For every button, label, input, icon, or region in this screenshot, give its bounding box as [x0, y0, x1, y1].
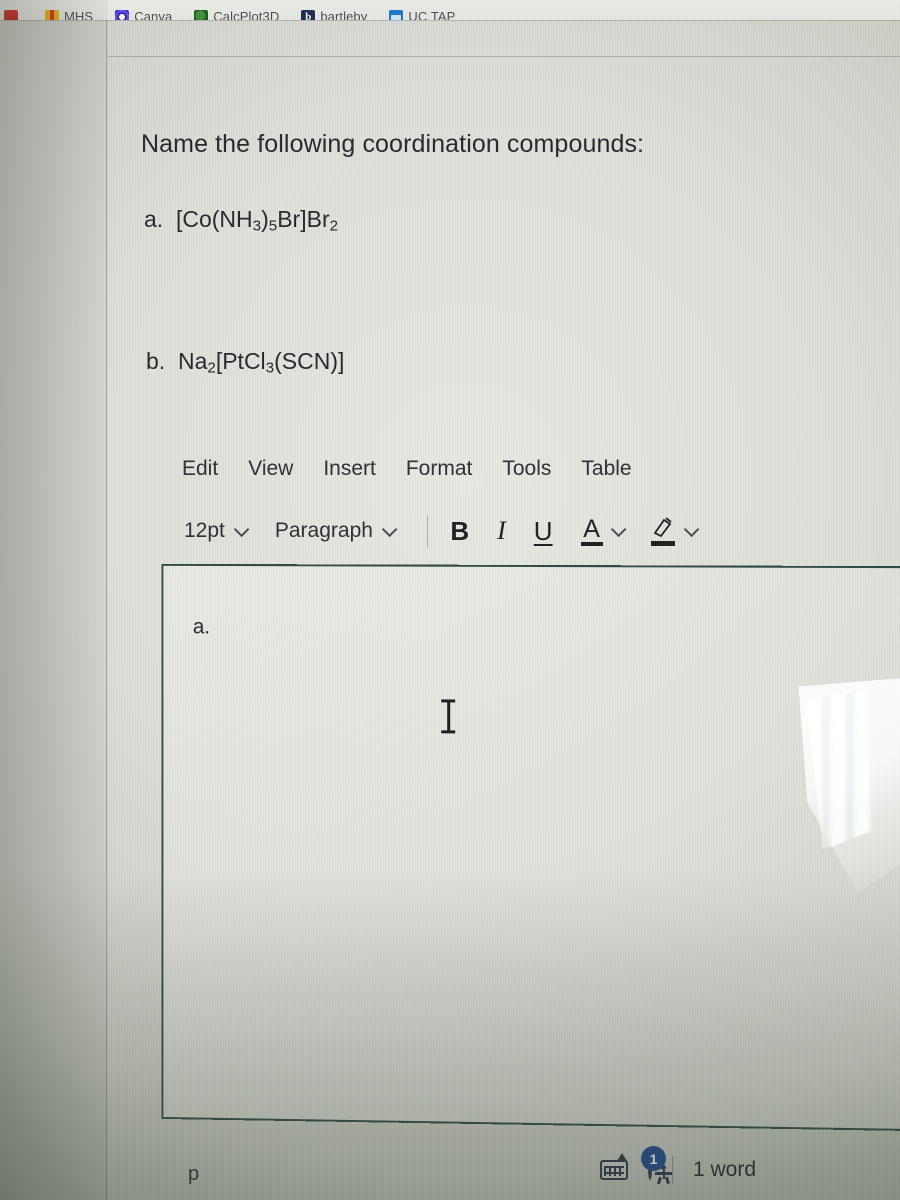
text-color-letter: A	[583, 514, 600, 543]
editor-toolbar: 12pt Paragraph B I U A	[184, 506, 900, 556]
assignment-page: Name the following coordination compound…	[108, 58, 900, 1200]
page-title: Name the following coordination compound…	[141, 130, 645, 158]
toolbar-divider	[0, 20, 900, 21]
editor-menubar: Edit View Insert Format Tools Table	[182, 448, 900, 490]
mhs-favicon	[45, 9, 59, 20]
highlighter-icon	[650, 516, 676, 546]
highlighter-glyph	[653, 517, 672, 538]
uctap-favicon	[389, 9, 404, 20]
menu-item-insert[interactable]: Insert	[323, 457, 376, 481]
menu-item-view[interactable]: View	[248, 457, 293, 481]
menu-item-format[interactable]: Format	[406, 457, 473, 481]
a11y-left-leg	[656, 1176, 662, 1185]
bold-button[interactable]: B	[450, 516, 469, 547]
font-size-select[interactable]: 12pt	[184, 519, 250, 543]
bookmark-item[interactable]	[4, 10, 23, 20]
question-item-a: a. [Co(NH3)5Br]Br2	[144, 206, 338, 234]
question-formula-b: Na2[PtCl3(SCN)]	[171, 348, 345, 377]
editor-status-bar: p 1 1 word	[0, 1146, 900, 1200]
menu-item-table[interactable]: Table	[581, 457, 631, 481]
element-path-breadcrumb[interactable]: p	[188, 1163, 199, 1186]
question-formula-a: [Co(NH3)5Br]Br2	[169, 206, 339, 235]
cursor-bottom-cap	[441, 730, 456, 734]
highlight-color-swatch	[650, 541, 675, 546]
cursor-stem	[447, 702, 450, 731]
bookmark-item-bartleby[interactable]: b bartleby	[301, 9, 367, 20]
menu-item-tools[interactable]: Tools	[502, 457, 551, 481]
chevron-down-icon[interactable]	[683, 521, 699, 537]
text-color-swatch	[580, 541, 603, 546]
question-marker-b: b.	[146, 348, 166, 374]
content-top-divider	[108, 56, 900, 57]
block-format-select[interactable]: Paragraph	[274, 519, 398, 543]
bartleby-favicon: b	[301, 9, 316, 20]
screen-photograph: MHS Canva CalcPlot3D b bartleby UC TAP N…	[0, 0, 900, 1200]
bookmark-label: bartleby	[320, 9, 368, 20]
text-color-button[interactable]: A	[580, 514, 626, 546]
calcplot3d-favicon	[194, 9, 209, 20]
resize-arrow	[617, 1153, 627, 1161]
text-color-icon: A	[580, 514, 603, 546]
red-favicon	[4, 10, 18, 20]
status-separator	[672, 1156, 673, 1184]
chevron-down-icon[interactable]	[610, 521, 626, 537]
status-bar-right-group: 1 1 word	[600, 1146, 757, 1185]
browser-bookmark-bar: MHS Canva CalcPlot3D b bartleby UC TAP	[0, 0, 900, 20]
font-size-value: 12pt	[184, 519, 225, 542]
rich-text-editor: Edit View Insert Format Tools Table 12pt…	[158, 448, 900, 1198]
bookmark-label: MHS	[64, 9, 94, 20]
a11y-right-leg	[664, 1176, 670, 1185]
bookmark-label: Canva	[134, 9, 173, 20]
i-beam-cursor	[441, 699, 456, 734]
italic-button[interactable]: I	[497, 516, 506, 546]
underline-button[interactable]: U	[534, 516, 553, 547]
word-count: 1 word	[693, 1158, 757, 1181]
menu-item-edit[interactable]: Edit	[182, 457, 218, 481]
canva-favicon	[115, 9, 130, 20]
bookmark-item-calcplot3d[interactable]: CalcPlot3D	[194, 9, 279, 20]
bookmark-label: CalcPlot3D	[213, 9, 280, 20]
page-left-divider	[106, 20, 107, 1200]
chevron-down-icon	[381, 521, 398, 537]
status-badge: 1	[641, 1146, 666, 1171]
question-marker-a: a.	[144, 206, 164, 232]
editor-body-line: a.	[192, 615, 211, 639]
bookmark-item-mhs[interactable]: MHS	[45, 9, 93, 20]
bookmark-item-uctap[interactable]: UC TAP	[389, 9, 455, 20]
keyboard-keys	[604, 1166, 624, 1176]
bookmark-item-canva[interactable]: Canva	[115, 9, 172, 20]
chevron-down-icon	[233, 521, 250, 537]
toolbar-separator	[426, 515, 429, 547]
highlight-color-button[interactable]	[650, 516, 699, 546]
block-format-value: Paragraph	[274, 519, 373, 542]
bookmark-label: UC TAP	[408, 9, 456, 20]
editor-textarea[interactable]: a.	[161, 563, 900, 1132]
keyboard-resize-icon[interactable]	[600, 1153, 628, 1180]
question-item-b: b. Na2[PtCl3(SCN)]	[146, 348, 344, 376]
accessibility-checker[interactable]: 1	[641, 1146, 672, 1185]
